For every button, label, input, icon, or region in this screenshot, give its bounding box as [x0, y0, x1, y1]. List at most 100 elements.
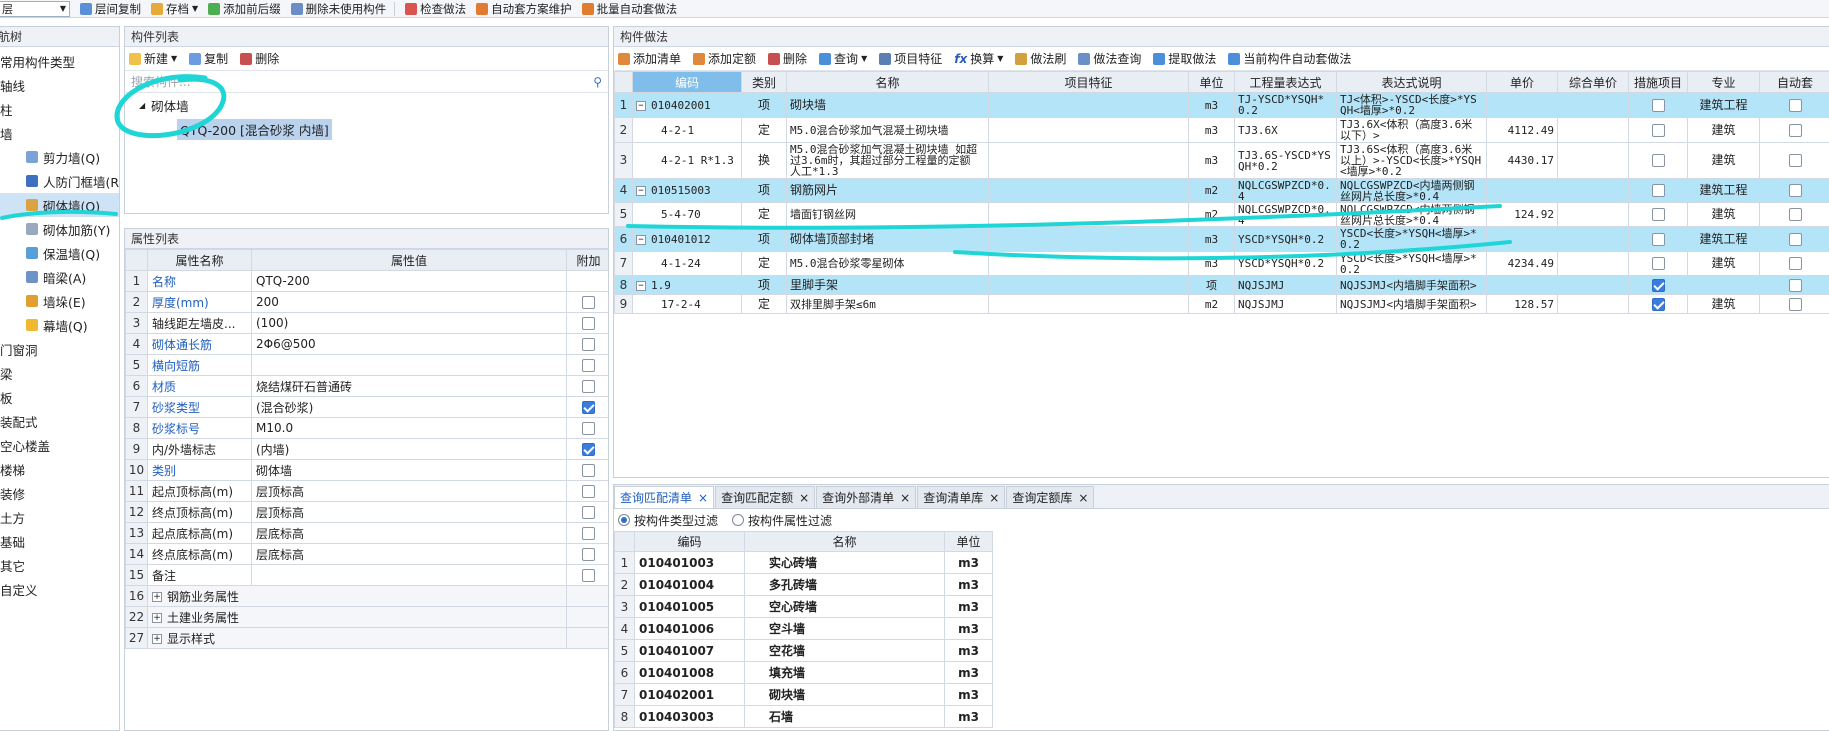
code-cell[interactable]: 4-2-1 R*1.3: [632, 142, 742, 179]
nav-item-beam[interactable]: 梁: [0, 361, 119, 385]
nav-item-wall[interactable]: 墙: [0, 121, 119, 145]
code-cell[interactable]: 4-1-24: [632, 251, 742, 276]
name-cell[interactable]: M5.0混合砂浆加气混凝土砌块墙 如超过3.6m时，其超过部分工程量的定额 人工…: [786, 142, 989, 179]
extra-checkbox[interactable]: [582, 527, 595, 540]
measure-checkbox[interactable]: [1651, 232, 1665, 246]
method-delete-button[interactable]: 删除: [768, 50, 807, 67]
extra-checkbox[interactable]: [582, 296, 595, 309]
feature-cell[interactable]: [988, 294, 1189, 314]
delete-unused-button[interactable]: 删除未使用构件: [290, 1, 386, 17]
floor-select[interactable]: 层 ▼: [0, 0, 70, 17]
expr-cell[interactable]: YSCD*YSQH*0.2: [1234, 251, 1337, 276]
expr-cell[interactable]: YSCD*YSQH*0.2: [1234, 226, 1337, 252]
extra-checkbox[interactable]: [582, 443, 595, 456]
measure-checkbox[interactable]: [1651, 154, 1665, 167]
group-masonry-wall[interactable]: ◢ 砌体墙: [125, 93, 608, 117]
property-group[interactable]: + 钢筋业务属性: [147, 585, 567, 607]
quota-row[interactable]: 3 4-2-1 R*1.3 换 M5.0混合砂浆加气混凝土砌块墙 如超过3.6m时，其…: [614, 142, 1829, 179]
list-row[interactable]: 6−010401012 项砌体墙顶部封堵 m3 YSCD*YSQH*0.2 YSCD<长…: [614, 226, 1829, 252]
property-row[interactable]: 1 名称 QTQ-200: [125, 270, 608, 292]
property-group-row[interactable]: 22 + 土建业务属性: [125, 606, 608, 628]
property-row[interactable]: 12 终点顶标高(m) 层顶标高: [125, 501, 608, 523]
close-icon[interactable]: ×: [698, 491, 708, 505]
nav-item-curtain-wall[interactable]: 幕墙(Q): [0, 313, 119, 337]
auto-checkbox[interactable]: [1788, 257, 1802, 270]
method-query-button[interactable]: 做法查询: [1078, 50, 1141, 67]
property-value[interactable]: M10.0: [251, 417, 567, 439]
close-icon[interactable]: ×: [989, 491, 999, 505]
convert-button[interactable]: fx 换算 ▼: [954, 50, 1003, 67]
query-row[interactable]: 7 010402001 砌块墙 m3: [614, 683, 993, 706]
nav-item-hidden-beam[interactable]: 暗梁(A): [0, 265, 119, 289]
major-cell[interactable]: 建筑: [1687, 142, 1760, 179]
copy-button[interactable]: 复制: [189, 50, 228, 67]
nav-item-masonry-wall[interactable]: 砌体墙(Q): [0, 193, 119, 217]
search-icon[interactable]: ⚲: [593, 75, 602, 89]
property-group[interactable]: + 土建业务属性: [147, 606, 567, 628]
collapse-icon[interactable]: −: [636, 100, 646, 111]
nav-item-custom[interactable]: 自定义: [0, 577, 119, 601]
property-value[interactable]: (内墙): [251, 438, 567, 460]
property-row[interactable]: 7 砂浆类型 (混合砂浆): [125, 396, 608, 418]
property-value[interactable]: 2Φ6@500: [251, 333, 567, 355]
query-row[interactable]: 8 010403003 石墙 m3: [614, 705, 993, 728]
nav-item-axis[interactable]: 轴线: [0, 73, 119, 97]
property-row[interactable]: 8 砂浆标号 M10.0: [125, 417, 608, 439]
filter-by-type[interactable]: 按构件类型过滤: [618, 512, 718, 529]
property-row[interactable]: 9 内/外墙标志 (内墙): [125, 438, 608, 460]
property-row[interactable]: 2 厚度(mm) 200: [125, 291, 608, 313]
measure-checkbox[interactable]: [1651, 257, 1665, 270]
property-value[interactable]: 200: [251, 291, 567, 313]
quota-row[interactable]: 9 17-2-4 定双排里脚手架≤6m m2 NQJSJMJ NQJSJMJ<内墙脚手架面…: [614, 294, 1829, 314]
nav-item-foundation[interactable]: 基础: [0, 529, 119, 553]
expr-cell[interactable]: NQLCGSWPZCD*0.4: [1234, 178, 1337, 203]
name-cell[interactable]: 里脚手架: [786, 275, 989, 295]
nav-item-insulation-wall[interactable]: 保温墙(Q): [0, 241, 119, 265]
quota-row[interactable]: 7 4-1-24 定 M5.0混合砂浆零星砌体 m3 YSCD*YSQH*0.2 YSCD<…: [614, 251, 1829, 276]
code-cell[interactable]: 17-2-4: [632, 294, 742, 314]
property-value[interactable]: 层底标高: [251, 522, 567, 544]
measure-checkbox[interactable]: [1651, 184, 1665, 197]
expand-icon[interactable]: +: [152, 592, 162, 602]
collapse-icon[interactable]: −: [636, 280, 646, 291]
property-row[interactable]: 13 起点底标高(m) 层底标高: [125, 522, 608, 544]
tab-external-list[interactable]: 查询外部清单 ×: [816, 486, 917, 508]
feature-cell[interactable]: [988, 251, 1189, 276]
extract-method-button[interactable]: 提取做法: [1153, 50, 1216, 67]
query-row[interactable]: 1 010401003 实心砖墙 m3: [614, 551, 993, 574]
nav-item-civil-defense-wall[interactable]: 人防门框墙(R: [0, 169, 119, 193]
query-row[interactable]: 2 010401004 多孔砖墙 m3: [614, 573, 993, 596]
tab-match-list[interactable]: 查询匹配清单 ×: [614, 486, 715, 508]
search-input[interactable]: 搜索构件...: [131, 73, 190, 90]
expand-icon[interactable]: +: [152, 613, 162, 623]
add-quota-button[interactable]: 添加定额: [693, 50, 756, 67]
nav-item-earthwork[interactable]: 土方: [0, 505, 119, 529]
auto-checkbox[interactable]: [1788, 98, 1802, 112]
list-row[interactable]: 8−1.9 项里脚手架项 NQJSJMJ NQJSJMJ<内墙脚手架面积>: [614, 275, 1829, 295]
property-row[interactable]: 11 起点顶标高(m) 层顶标高: [125, 480, 608, 502]
unit-cell[interactable]: 项: [1188, 275, 1235, 295]
property-value[interactable]: [251, 564, 567, 586]
code-cell[interactable]: 4-2-1: [632, 117, 742, 143]
collapse-icon[interactable]: −: [636, 234, 646, 245]
extra-checkbox[interactable]: [582, 422, 595, 435]
close-icon[interactable]: ×: [799, 491, 809, 505]
extra-checkbox[interactable]: [582, 380, 595, 393]
auto-checkbox[interactable]: [1788, 297, 1802, 311]
property-group-row[interactable]: 16 + 钢筋业务属性: [125, 585, 608, 607]
major-cell[interactable]: 建筑: [1687, 202, 1760, 227]
expr-cell[interactable]: NQJSJMJ: [1234, 275, 1337, 295]
extra-checkbox[interactable]: [582, 401, 595, 414]
nav-item-stairs[interactable]: 楼梯: [0, 457, 119, 481]
expr-cell[interactable]: TJ3.6X: [1234, 117, 1337, 143]
name-cell[interactable]: M5.0混合砂浆零星砌体: [786, 251, 989, 276]
code-cell[interactable]: −010401012: [632, 226, 742, 252]
feature-cell[interactable]: [988, 178, 1189, 203]
nav-item-hollow-floor[interactable]: 空心楼盖: [0, 433, 119, 457]
tab-quota-library[interactable]: 查询定额库 ×: [1006, 486, 1095, 508]
code-cell[interactable]: −010402001: [632, 92, 742, 118]
code-cell[interactable]: −010515003: [632, 178, 742, 203]
nav-item-slab[interactable]: 板: [0, 385, 119, 409]
extra-checkbox[interactable]: [582, 485, 595, 498]
search-box[interactable]: 搜索构件... ⚲: [125, 71, 608, 93]
